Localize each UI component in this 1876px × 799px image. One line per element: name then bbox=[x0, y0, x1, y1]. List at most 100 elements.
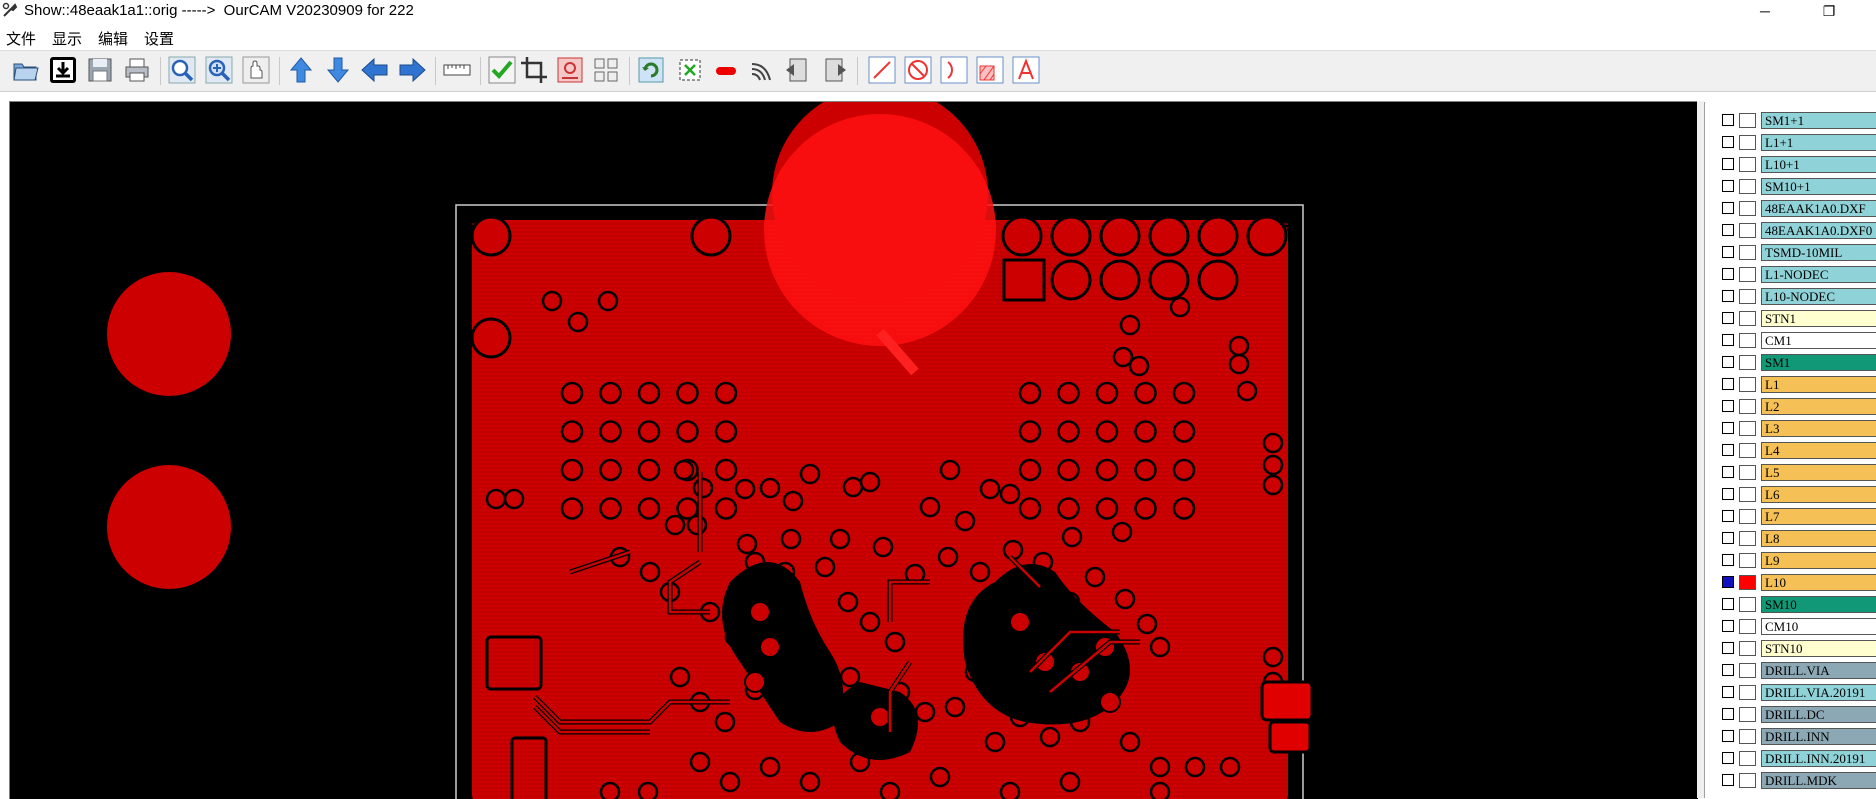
layer-visibility-checkbox[interactable] bbox=[1722, 576, 1734, 588]
layer-color-swatch[interactable] bbox=[1739, 179, 1756, 194]
copy-left-icon[interactable] bbox=[782, 54, 814, 86]
text-tool-icon[interactable] bbox=[1010, 54, 1042, 86]
layer-color-swatch[interactable] bbox=[1739, 311, 1756, 326]
layer-row[interactable]: DRILL.VIA bbox=[1705, 661, 1876, 680]
layer-visibility-checkbox[interactable] bbox=[1722, 378, 1734, 390]
layer-name-label[interactable]: CM1 bbox=[1761, 332, 1876, 349]
layer-visibility-checkbox[interactable] bbox=[1722, 290, 1734, 302]
layer-name-label[interactable]: SM1 bbox=[1761, 354, 1876, 371]
layer-row[interactable]: STN10 bbox=[1705, 639, 1876, 658]
layer-name-label[interactable]: 48EAAK1A0.DXF0 bbox=[1761, 222, 1876, 239]
layer-color-swatch[interactable] bbox=[1739, 663, 1756, 678]
menu-edit[interactable]: 编辑 bbox=[98, 28, 128, 49]
layer-visibility-checkbox[interactable] bbox=[1722, 312, 1734, 324]
layer-name-label[interactable]: SM10+1 bbox=[1761, 178, 1876, 195]
layer-visibility-checkbox[interactable] bbox=[1722, 444, 1734, 456]
layer-row[interactable]: L6 bbox=[1705, 485, 1876, 504]
layer-visibility-checkbox[interactable] bbox=[1722, 510, 1734, 522]
layer-name-label[interactable]: DRILL.INN bbox=[1761, 728, 1876, 745]
layer-name-label[interactable]: L7 bbox=[1761, 508, 1876, 525]
layer-color-swatch[interactable] bbox=[1739, 135, 1756, 150]
layer-color-swatch[interactable] bbox=[1739, 465, 1756, 480]
layer-row[interactable]: L10 bbox=[1705, 573, 1876, 592]
layer-color-swatch[interactable] bbox=[1739, 157, 1756, 172]
layer-row[interactable]: L4 bbox=[1705, 441, 1876, 460]
layer-visibility-checkbox[interactable] bbox=[1722, 488, 1734, 500]
menu-view[interactable]: 显示 bbox=[52, 28, 82, 49]
minimize-button[interactable]: ─ bbox=[1742, 0, 1788, 22]
layer-row[interactable]: 48EAAK1A0.DXF bbox=[1705, 199, 1876, 218]
layer-color-swatch[interactable] bbox=[1739, 355, 1756, 370]
layer-row[interactable]: L7 bbox=[1705, 507, 1876, 526]
save-icon[interactable] bbox=[84, 54, 116, 86]
open-folder-icon[interactable] bbox=[10, 54, 42, 86]
hatch-tool-icon[interactable] bbox=[974, 54, 1006, 86]
layer-row[interactable]: L2 bbox=[1705, 397, 1876, 416]
layer-name-label[interactable]: DRILL.DC bbox=[1761, 706, 1876, 723]
zoom-fit-icon[interactable] bbox=[203, 54, 235, 86]
layer-visibility-checkbox[interactable] bbox=[1722, 642, 1734, 654]
refresh-icon[interactable] bbox=[635, 54, 667, 86]
arrow-right-icon[interactable] bbox=[396, 54, 428, 86]
layer-color-swatch[interactable] bbox=[1739, 399, 1756, 414]
layer-row[interactable]: L1-NODEC bbox=[1705, 265, 1876, 284]
layer-visibility-checkbox[interactable] bbox=[1722, 620, 1734, 632]
layer-color-swatch[interactable] bbox=[1739, 223, 1756, 238]
layer-color-swatch[interactable] bbox=[1739, 729, 1756, 744]
menu-file[interactable]: 文件 bbox=[6, 28, 36, 49]
layer-visibility-checkbox[interactable] bbox=[1722, 664, 1734, 676]
layer-name-label[interactable]: L3 bbox=[1761, 420, 1876, 437]
layer-name-label[interactable]: L10 bbox=[1761, 574, 1876, 591]
layer-visibility-checkbox[interactable] bbox=[1722, 114, 1734, 126]
layer-row[interactable]: L10-NODEC bbox=[1705, 287, 1876, 306]
arrow-left-icon[interactable] bbox=[359, 54, 391, 86]
layer-row[interactable]: DRILL.INN bbox=[1705, 727, 1876, 746]
layer-row[interactable]: DRILL.INN.20191 bbox=[1705, 749, 1876, 768]
layer-name-label[interactable]: TSMD-10MIL bbox=[1761, 244, 1876, 261]
layer-name-label[interactable]: L1-NODEC bbox=[1761, 266, 1876, 283]
layer-name-label[interactable]: DRILL.INN.20191 bbox=[1761, 750, 1876, 767]
layer-name-label[interactable]: L10+1 bbox=[1761, 156, 1876, 173]
layer-visibility-checkbox[interactable] bbox=[1722, 598, 1734, 610]
layer-visibility-checkbox[interactable] bbox=[1722, 268, 1734, 280]
layer-color-swatch[interactable] bbox=[1739, 443, 1756, 458]
layer-name-label[interactable]: SM1+1 bbox=[1761, 112, 1876, 129]
layer-color-swatch[interactable] bbox=[1739, 201, 1756, 216]
layer-color-swatch[interactable] bbox=[1739, 289, 1756, 304]
layer-color-swatch[interactable] bbox=[1739, 641, 1756, 656]
panel-splitter[interactable] bbox=[1697, 101, 1704, 798]
menu-settings[interactable]: 设置 bbox=[144, 28, 174, 49]
layer-visibility-checkbox[interactable] bbox=[1722, 532, 1734, 544]
layer-row[interactable]: L10+1 bbox=[1705, 155, 1876, 174]
line-tool-icon[interactable] bbox=[866, 54, 898, 86]
layer-name-label[interactable]: CM10 bbox=[1761, 618, 1876, 635]
layer-row[interactable]: L9 bbox=[1705, 551, 1876, 570]
layer-visibility-checkbox[interactable] bbox=[1722, 686, 1734, 698]
layer-color-swatch[interactable] bbox=[1739, 377, 1756, 392]
layer-color-swatch[interactable] bbox=[1739, 267, 1756, 282]
layer-row[interactable]: DRILL.DC bbox=[1705, 705, 1876, 724]
no-entry-icon[interactable] bbox=[902, 54, 934, 86]
check-icon[interactable] bbox=[486, 54, 518, 86]
layer-color-swatch[interactable] bbox=[1739, 553, 1756, 568]
layer-row[interactable]: SM10 bbox=[1705, 595, 1876, 614]
layer-color-swatch[interactable] bbox=[1739, 509, 1756, 524]
restore-button[interactable]: ❐ bbox=[1806, 0, 1852, 22]
layer-row[interactable]: L3 bbox=[1705, 419, 1876, 438]
layer-color-swatch[interactable] bbox=[1739, 113, 1756, 128]
layer-color-swatch[interactable] bbox=[1739, 685, 1756, 700]
layer-color-swatch[interactable] bbox=[1739, 707, 1756, 722]
layer-row[interactable]: L1 bbox=[1705, 375, 1876, 394]
layer-visibility-checkbox[interactable] bbox=[1722, 752, 1734, 764]
layer-name-label[interactable]: L5 bbox=[1761, 464, 1876, 481]
layer-row[interactable]: CM1 bbox=[1705, 331, 1876, 350]
crop-icon[interactable] bbox=[518, 54, 550, 86]
layer-name-label[interactable]: SM10 bbox=[1761, 596, 1876, 613]
layer-name-label[interactable]: L10-NODEC bbox=[1761, 288, 1876, 305]
layer-color-swatch[interactable] bbox=[1739, 421, 1756, 436]
layer-row[interactable]: SM1 bbox=[1705, 353, 1876, 372]
layer-name-label[interactable]: DRILL.VIA.20191 bbox=[1761, 684, 1876, 701]
layer-row[interactable]: STN1 bbox=[1705, 309, 1876, 328]
layer-visibility-checkbox[interactable] bbox=[1722, 158, 1734, 170]
layer-color-swatch[interactable] bbox=[1739, 619, 1756, 634]
